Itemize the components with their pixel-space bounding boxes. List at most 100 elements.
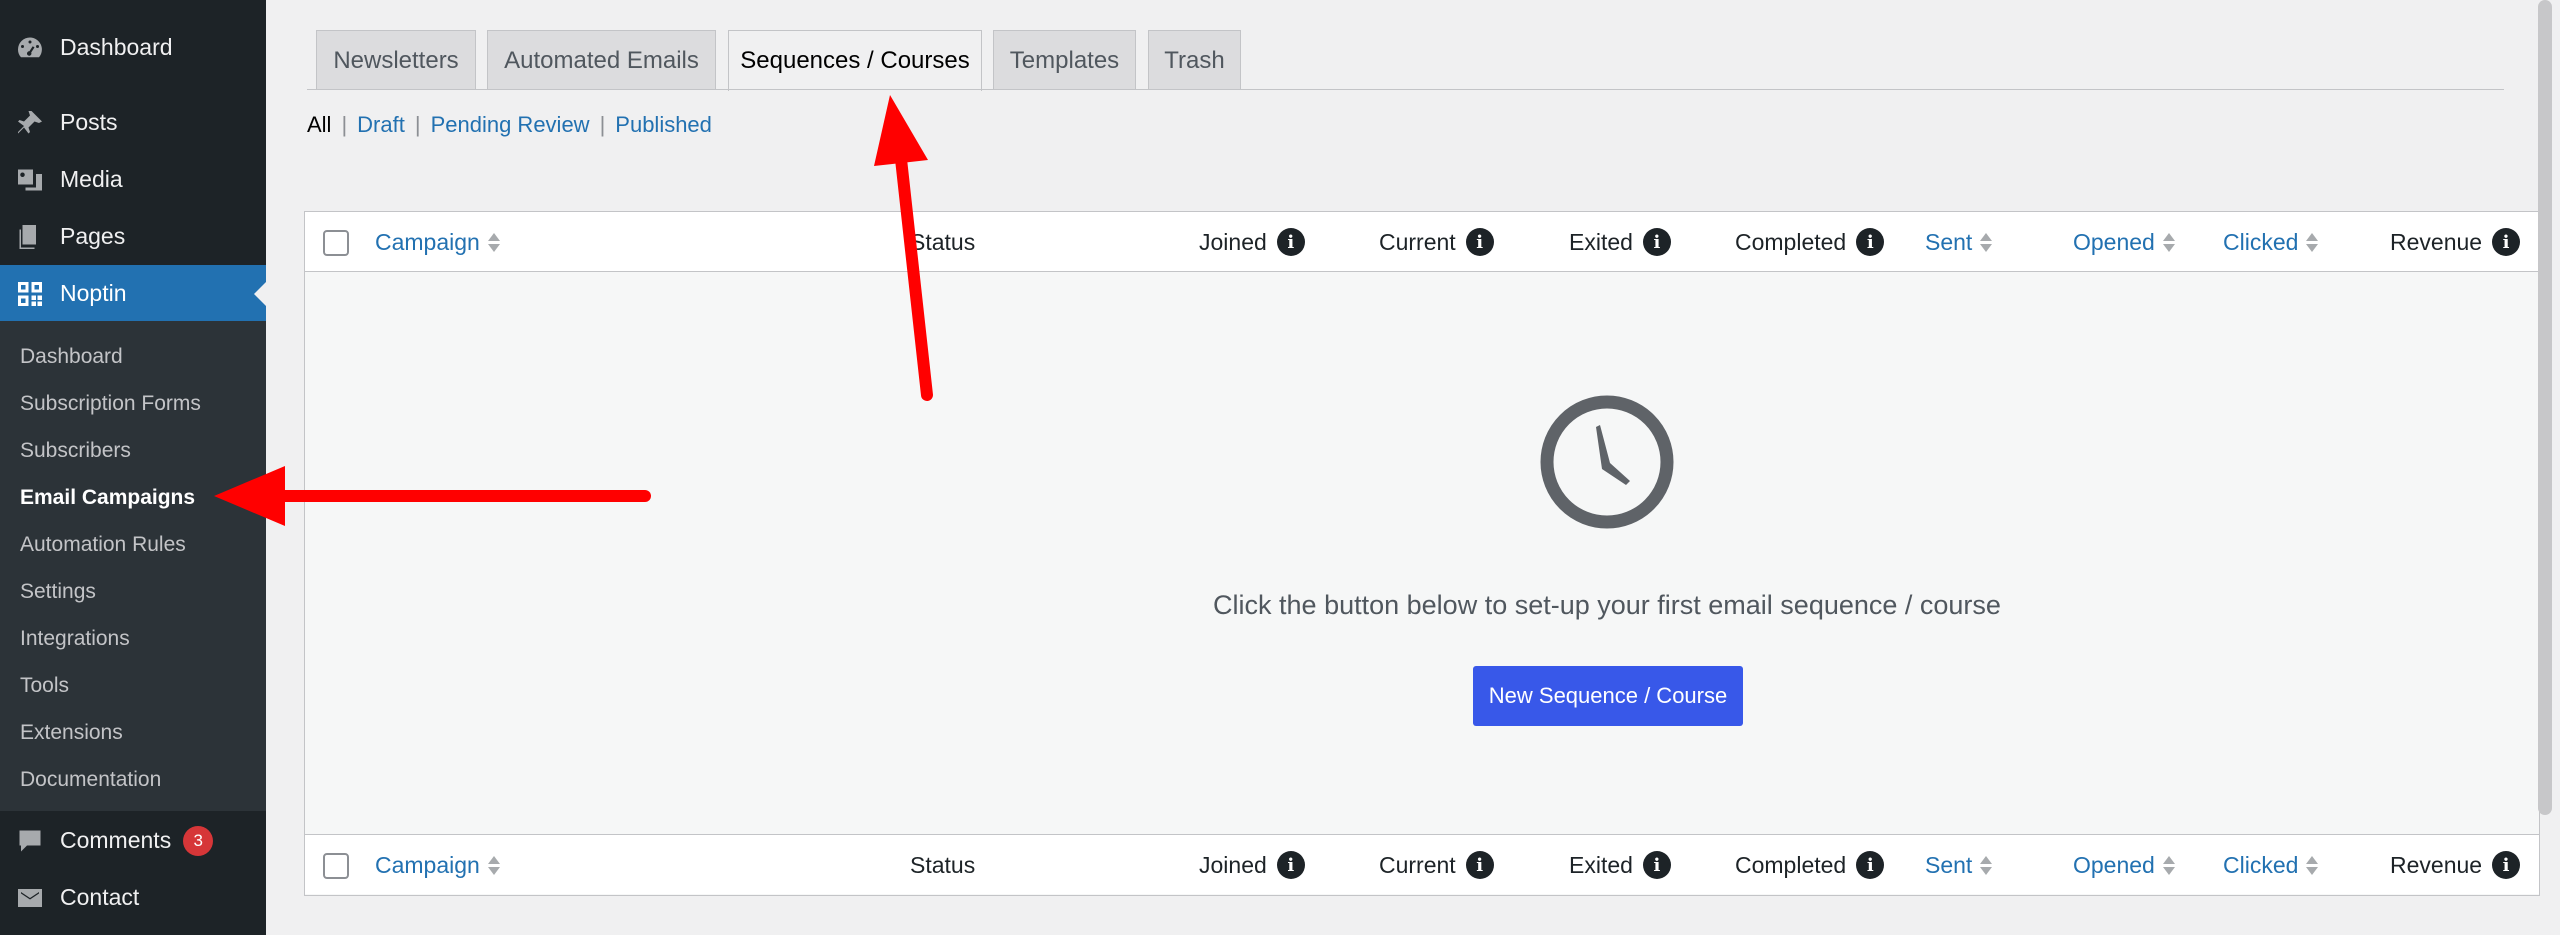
info-icon[interactable]: i xyxy=(1642,851,1671,879)
mail-icon xyxy=(14,882,46,914)
menu-item-posts[interactable]: Posts xyxy=(0,94,266,151)
tab-trash[interactable]: Trash xyxy=(1148,30,1241,90)
tab-automated-emails[interactable]: Automated Emails xyxy=(487,30,716,90)
clock-icon xyxy=(1540,395,1674,529)
admin-sidebar: Dashboard Posts Media Pages Noptin Dashb… xyxy=(0,0,266,935)
info-icon[interactable]: i xyxy=(1856,851,1885,879)
column-sent[interactable]: Sent xyxy=(1925,212,1993,272)
submenu-automation-rules[interactable]: Automation Rules xyxy=(20,521,186,568)
submenu-subscribers[interactable]: Subscribers xyxy=(20,427,131,474)
menu-label: Comments xyxy=(60,827,172,853)
empty-state-message: Click the button below to set-up your fi… xyxy=(1213,590,2001,620)
column-revenue: Revenue i xyxy=(2390,212,2521,272)
tab-templates[interactable]: Templates xyxy=(993,30,1136,90)
submenu-subscription-forms[interactable]: Subscription Forms xyxy=(20,380,201,427)
tab-newsletters[interactable]: Newsletters xyxy=(316,30,476,90)
menu-label: Media xyxy=(60,166,123,192)
column-label: Clicked xyxy=(2223,851,2299,878)
menu-item-contact[interactable]: Contact xyxy=(0,869,266,926)
sort-icon xyxy=(2306,232,2319,252)
dashboard-icon xyxy=(14,32,46,64)
column-status: Status xyxy=(910,228,976,255)
select-all-checkbox[interactable] xyxy=(323,853,349,879)
submenu-dashboard[interactable]: Dashboard xyxy=(20,333,123,380)
column-campaign[interactable]: Campaign xyxy=(375,835,500,895)
pages-icon xyxy=(14,221,46,253)
submenu-email-campaigns[interactable]: Email Campaigns xyxy=(20,474,195,521)
tab-sequences-courses[interactable]: Sequences / Courses xyxy=(728,30,982,91)
column-label: Campaign xyxy=(375,228,480,255)
column-opened[interactable]: Opened xyxy=(2073,835,2175,895)
info-icon[interactable]: i xyxy=(1856,228,1885,256)
submenu-tools[interactable]: Tools xyxy=(20,662,69,709)
filter-draft[interactable]: Draft xyxy=(357,112,405,138)
column-joined: Joined i xyxy=(1199,212,1305,272)
submenu-integrations[interactable]: Integrations xyxy=(20,615,130,662)
column-label: Exited xyxy=(1569,851,1633,878)
status-filters: All | Draft | Pending Review | Published xyxy=(307,110,712,140)
column-revenue: Revenue i xyxy=(2390,835,2521,895)
column-label: Opened xyxy=(2073,851,2155,878)
menu-item-dashboard[interactable]: Dashboard xyxy=(0,19,266,76)
sort-icon xyxy=(2162,855,2175,875)
pin-icon xyxy=(14,107,46,139)
info-icon[interactable]: i xyxy=(1642,228,1671,256)
sort-icon xyxy=(2162,232,2175,252)
menu-label: Pages xyxy=(60,223,126,249)
info-icon[interactable]: i xyxy=(1276,228,1305,256)
column-sent[interactable]: Sent xyxy=(1925,835,1993,895)
column-status: Status xyxy=(910,851,976,878)
filter-published[interactable]: Published xyxy=(615,112,712,138)
submenu-documentation[interactable]: Documentation xyxy=(20,756,161,803)
filter-separator: | xyxy=(341,112,348,137)
filter-separator: | xyxy=(599,112,606,137)
sort-icon xyxy=(1980,855,1993,875)
column-opened[interactable]: Opened xyxy=(2073,212,2175,272)
menu-label: Contact xyxy=(60,884,140,910)
new-sequence-course-button[interactable]: New Sequence / Course xyxy=(1473,666,1743,726)
scrollbar[interactable] xyxy=(2538,0,2552,815)
comments-icon xyxy=(14,825,46,857)
column-label: Revenue xyxy=(2390,228,2483,255)
column-joined: Joined i xyxy=(1199,835,1305,895)
menu-item-pages[interactable]: Pages xyxy=(0,208,266,265)
column-current: Current i xyxy=(1379,212,1494,272)
menu-item-media[interactable]: Media xyxy=(0,151,266,208)
column-completed: Completed i xyxy=(1735,835,1885,895)
column-clicked[interactable]: Clicked xyxy=(2223,212,2319,272)
column-completed: Completed i xyxy=(1735,212,1885,272)
column-label: Current xyxy=(1379,851,1456,878)
column-label: Revenue xyxy=(2390,851,2483,878)
info-icon[interactable]: i xyxy=(1276,851,1305,879)
info-icon[interactable]: i xyxy=(1465,851,1494,879)
info-icon[interactable]: i xyxy=(2492,228,2521,256)
column-label: Clicked xyxy=(2223,228,2299,255)
select-all-checkbox[interactable] xyxy=(323,230,349,256)
column-current: Current i xyxy=(1379,835,1494,895)
column-label: Sent xyxy=(1925,228,1973,255)
comments-count-badge: 3 xyxy=(183,825,214,856)
column-campaign[interactable]: Campaign xyxy=(375,212,500,272)
column-label: Exited xyxy=(1569,228,1633,255)
filter-separator: | xyxy=(414,112,421,137)
menu-label: Dashboard xyxy=(60,34,173,60)
info-icon[interactable]: i xyxy=(1465,228,1494,256)
table-header: Campaign Status Joined i Current i Exite… xyxy=(305,212,2539,272)
column-label: Completed xyxy=(1735,851,1847,878)
column-label: Campaign xyxy=(375,851,480,878)
submenu-extensions[interactable]: Extensions xyxy=(20,709,123,756)
menu-item-noptin[interactable]: Noptin xyxy=(0,265,266,322)
info-icon[interactable]: i xyxy=(2492,851,2521,879)
column-exited: Exited i xyxy=(1569,212,1671,272)
menu-item-comments[interactable]: Comments 3 xyxy=(0,812,266,869)
column-label: Completed xyxy=(1735,228,1847,255)
filter-all[interactable]: All xyxy=(307,112,331,138)
column-clicked[interactable]: Clicked xyxy=(2223,835,2319,895)
column-label: Sent xyxy=(1925,851,1973,878)
column-label: Joined xyxy=(1199,228,1267,255)
submenu-settings[interactable]: Settings xyxy=(20,568,96,615)
filter-pending-review[interactable]: Pending Review xyxy=(431,112,590,138)
sort-icon xyxy=(487,232,500,252)
media-icon xyxy=(14,164,46,196)
menu-label: Noptin xyxy=(60,280,127,306)
